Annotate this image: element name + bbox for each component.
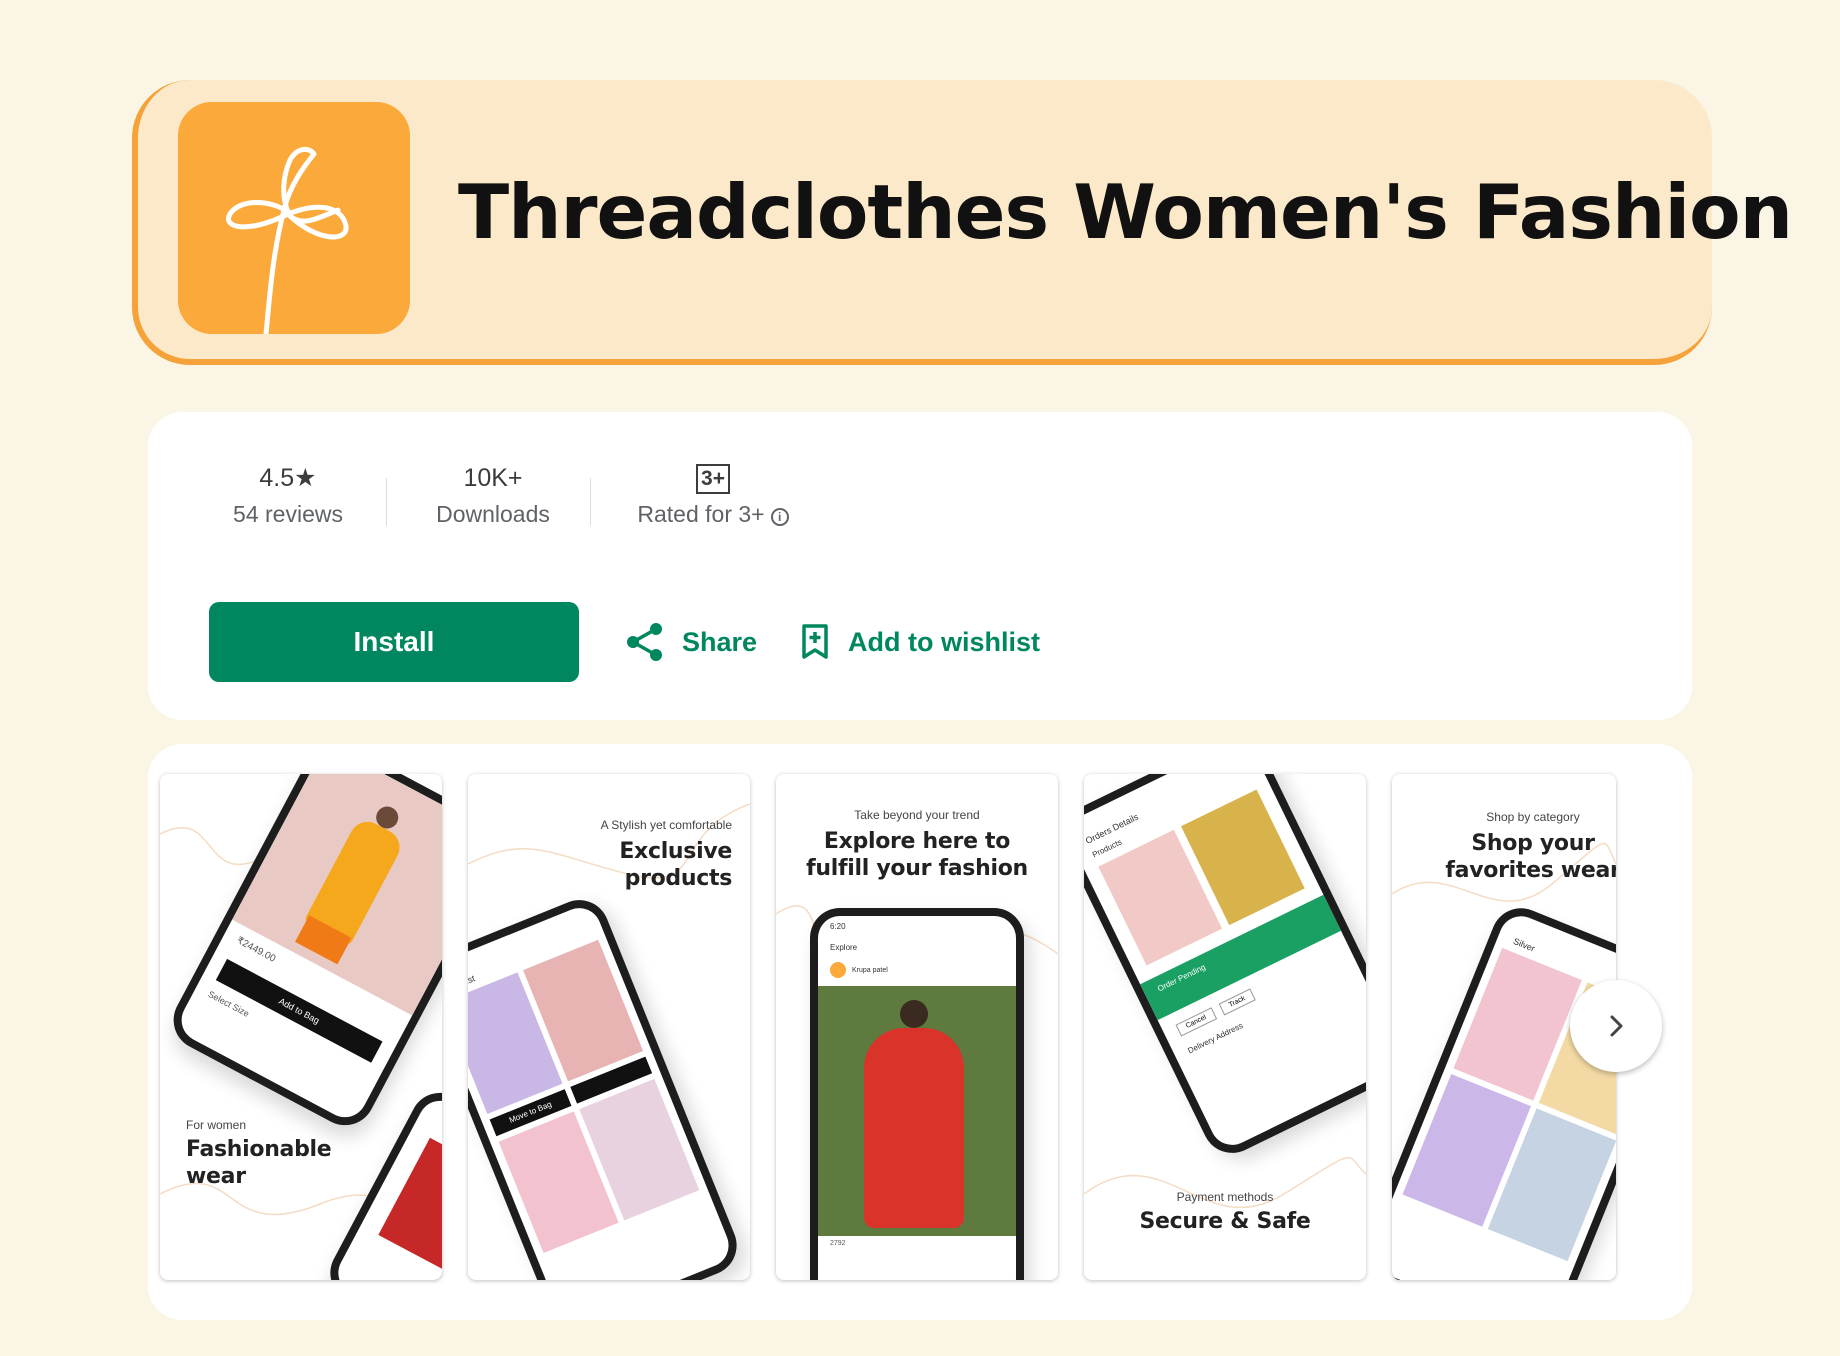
wishlist-label: Add to wishlist [848,626,1040,657]
screenshot-subtitle: Payment methods [1176,1190,1274,1204]
screenshot-title: Exclusive products [619,839,732,891]
app-logo-icon [178,102,410,334]
screenshot-subtitle: Shop by category [1486,810,1580,824]
content-rating-label: Rated for 3+ [637,501,765,527]
downloads-label: Downloads [436,501,550,527]
status-time: 6:20 [830,922,846,931]
carousel-next-button[interactable] [1570,980,1662,1072]
content-rating-stat[interactable]: 3+ Rated for 3+ i [618,460,808,540]
chevron-right-icon [1610,1015,1623,1037]
phone-mockup: 6:20 Explore Krupa patel 2792 [810,908,1024,1280]
screenshot-subtitle: A Stylish yet comfortable [600,818,732,832]
app-header-banner: Threadclothes Women's Fashion [132,80,1793,365]
screenshot-title: Explore here to fulfill your fashion [806,829,1028,881]
rating-stat[interactable]: 4.5★ 54 reviews [213,460,363,540]
add-to-wishlist-button[interactable]: Add to wishlist [800,622,1040,662]
reviews-count: 54 reviews [233,501,343,527]
screenshot-4[interactable]: Orders Details Products Order Pending Ca… [1084,774,1366,1280]
screenshot-title: Fashionable wear [186,1137,332,1189]
screenshot-subtitle: For women [186,1118,247,1132]
install-button[interactable]: Install [209,602,579,682]
app-title: Threadclothes Women's Fashion [458,168,1793,256]
app-stats: 4.5★ 54 reviews 10K+ Downloads 3+ Rated … [148,460,1048,540]
share-label: Share [682,626,758,657]
screenshot-title: Secure & Safe [1139,1209,1311,1234]
age-rating-badge-icon: 3+ [696,464,730,495]
stat-divider [590,478,591,526]
rating-value: 4.5★ [259,464,317,492]
share-button[interactable]: Share [626,622,757,662]
screenshot-carousel: ₹2449.00 Add to Bag Select Size For wome… [148,744,1692,1320]
share-icon [627,623,662,661]
screenshot-3[interactable]: Take beyond your trend Explore here to fu… [776,774,1058,1280]
downloads-value: 10K+ [463,464,523,492]
stat-divider [386,478,387,526]
screenshot-title: Shop your favorites wear [1445,831,1616,883]
info-icon[interactable]: i [770,508,789,526]
feed-photo [818,986,1016,1236]
explore-header: Explore [830,943,858,952]
like-count: 2792 [830,1240,846,1247]
app-info-card: 4.5★ 54 reviews 10K+ Downloads 3+ Rated … [148,412,1692,720]
screenshot-2[interactable]: A Stylish yet comfortable Exclusive produ… [468,774,750,1280]
screenshot-subtitle: Take beyond your trend [854,808,980,822]
poster-name: Krupa patel [852,966,888,974]
bookmark-add-icon [802,624,828,659]
screenshot-1[interactable]: ₹2449.00 Add to Bag Select Size For wome… [160,774,442,1280]
downloads-stat: 10K+ Downloads [408,460,578,540]
